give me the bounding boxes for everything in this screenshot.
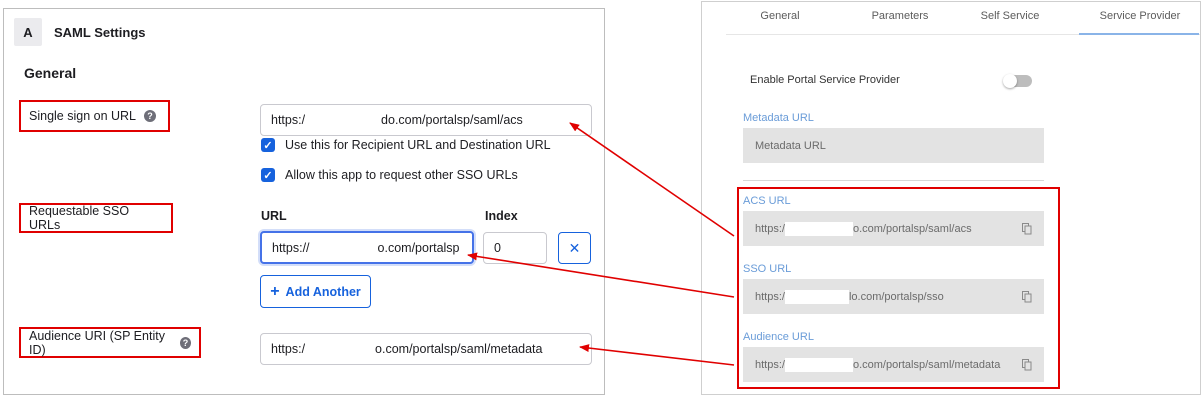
arrow-sso-to-requestable xyxy=(467,252,735,298)
arrow-acs-to-sso xyxy=(569,122,735,237)
mapping-arrows xyxy=(467,122,735,366)
arrow-audience-to-audience xyxy=(579,344,735,366)
